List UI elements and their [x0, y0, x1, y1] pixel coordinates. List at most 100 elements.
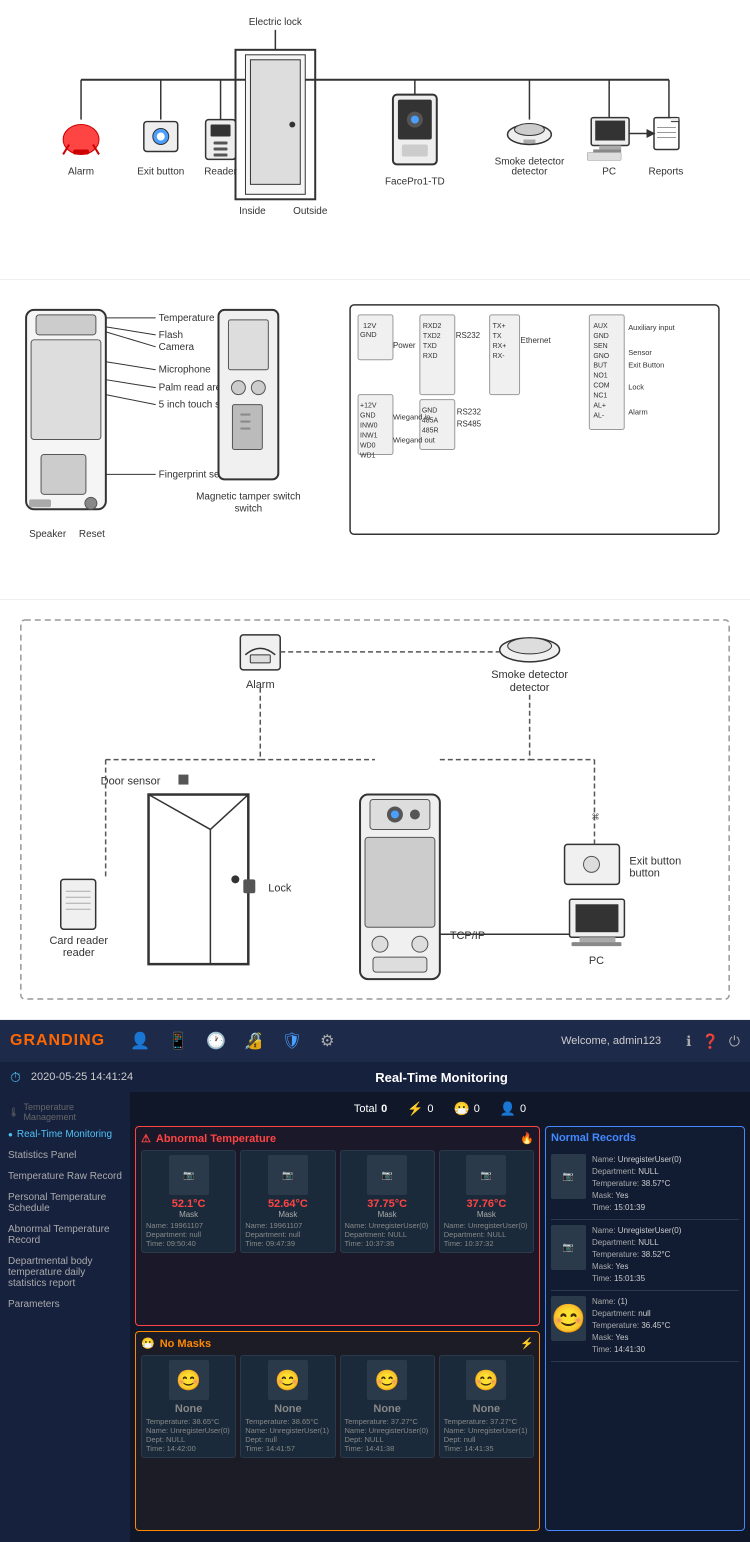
nmcard-temp-1: None: [245, 1403, 330, 1415]
svg-text:Wiegand in: Wiegand in: [393, 413, 430, 422]
svg-text:TXD: TXD: [423, 343, 437, 350]
abnormal-grid: 📷 52.1°C Mask Name: 19961107 Department:…: [141, 1150, 534, 1253]
svg-text:Wiegand out: Wiegand out: [393, 435, 436, 444]
content-area: Total 0 ⚡ 0 😷 0 👤 0: [130, 1092, 750, 1542]
card-info-2: Name: UnregisterUser(0) Department: NULL…: [345, 1221, 430, 1248]
nmcard-temp-0: None: [146, 1403, 231, 1415]
svg-text:RS232: RS232: [457, 408, 482, 417]
svg-text:INW1: INW1: [360, 433, 378, 440]
alert-icon: ⚡: [520, 1337, 534, 1350]
face-stat: 😷 0: [454, 1101, 480, 1117]
fire-icon-2: 🔥: [520, 1132, 534, 1145]
nmcard-img-1: 😊: [268, 1360, 308, 1400]
nmcard-info-2: Temperature: 37.27°C Name: UnregisterUse…: [345, 1417, 430, 1453]
microphone-label: Microphone: [159, 365, 211, 376]
alarm-label: Alarm: [68, 166, 94, 177]
exit-button-label: Exit button: [137, 166, 184, 177]
reset-label: Reset: [79, 529, 105, 540]
nomask-panel: 😷 No Masks ⚡ 😊 None: [135, 1331, 540, 1531]
total-stat: Total 0: [354, 1101, 387, 1117]
gear-nav-icon[interactable]: ⚙: [320, 1031, 334, 1051]
warning-icon: ⚠: [141, 1132, 151, 1145]
svg-text:NC1: NC1: [593, 393, 607, 400]
svg-text:Ethernet: Ethernet: [521, 336, 552, 345]
abnormal-card-2: 📷 37.75°C Mask Name: UnregisterUser(0) D…: [340, 1150, 435, 1253]
normal-img-0: 📷: [551, 1154, 586, 1199]
card-info-3: Name: UnregisterUser(0) Department: NULL…: [444, 1221, 529, 1248]
page-title: Real-Time Monitoring: [375, 1070, 508, 1085]
sidebar-item-dept[interactable]: Departmental body temperature daily stat…: [0, 1251, 130, 1294]
sidebar: 🌡 Temperature Management ● Real-Time Mon…: [0, 1092, 130, 1542]
nomask-card-2: 😊 None Temperature: 37.27°C Name: Unregi…: [340, 1355, 435, 1458]
clock-nav-icon[interactable]: 🕐: [206, 1031, 226, 1051]
fingerprint-nav-icon[interactable]: 🔏: [244, 1031, 264, 1051]
card-mask-3: Mask: [444, 1210, 529, 1219]
tcpip-label: TCP/IP: [450, 930, 485, 942]
normal-img-2: 😊: [551, 1296, 586, 1341]
nmcard-info-3: Temperature: 37.27°C Name: UnregisterUse…: [444, 1417, 529, 1453]
face-icon: 😷: [454, 1101, 470, 1117]
door-sensor-label: Door sensor: [101, 776, 161, 788]
shield-nav-icon[interactable]: 🛡: [282, 1031, 302, 1051]
info-icon[interactable]: ℹ: [686, 1033, 691, 1050]
phone-nav-icon[interactable]: 📱: [168, 1031, 188, 1051]
nmcard-info-1: Temperature: 38.65°C Name: UnregisterUse…: [245, 1417, 330, 1453]
lock-label: Lock: [268, 882, 292, 894]
svg-text:TX+: TX+: [493, 323, 506, 330]
sidebar-item-params[interactable]: Parameters: [0, 1294, 130, 1315]
svg-text:BUT: BUT: [593, 363, 608, 370]
svg-text:GND: GND: [360, 413, 376, 420]
card-img-3: 📷: [466, 1155, 506, 1195]
left-panel: ⚠ Abnormal Temperature 🔥 📷 52.1°C: [135, 1126, 540, 1531]
fire-value: 0: [427, 1103, 433, 1115]
normal-info-2: Name: (1) Department: null Temperature: …: [592, 1296, 670, 1356]
normal-records-title: Normal Records: [551, 1132, 739, 1144]
svg-text:WD0: WD0: [360, 442, 376, 449]
abnormal-card-3: 📷 37.76°C Mask Name: UnregisterUser(0) D…: [439, 1150, 534, 1253]
card-mask-2: Mask: [345, 1210, 430, 1219]
card-temp-0: 52.1°C: [146, 1198, 231, 1210]
nmcard-temp-2: None: [345, 1403, 430, 1415]
total-value: 0: [381, 1103, 387, 1115]
abnormal-card-1: 📷 52.64°C Mask Name: 19961107 Department…: [240, 1150, 335, 1253]
card-img-0: 📷: [169, 1155, 209, 1195]
stats-bar: Total 0 ⚡ 0 😷 0 👤 0: [135, 1097, 745, 1121]
normal-img-1: 📷: [551, 1225, 586, 1270]
camera-label: Camera: [159, 342, 195, 353]
sidebar-item-personal[interactable]: Personal Temperature Schedule: [0, 1187, 130, 1219]
abnormal-card-0: 📷 52.1°C Mask Name: 19961107 Department:…: [141, 1150, 236, 1253]
svg-text:TX: TX: [493, 333, 502, 340]
exit-btn-s3: Exit button: [629, 855, 681, 867]
svg-text:RXD: RXD: [423, 353, 438, 360]
svg-text:reader: reader: [63, 947, 95, 959]
electric-lock-label: Electric lock: [249, 17, 302, 28]
thermometer-icon: 🌡: [8, 1107, 19, 1118]
person-stat-icon: 👤: [500, 1101, 516, 1117]
nmcard-info-0: Temperature: 38.65°C Name: UnregisterUse…: [146, 1417, 231, 1453]
svg-text:detector: detector: [511, 166, 548, 177]
fire-icon: ⚡: [407, 1101, 423, 1117]
person-nav-icon[interactable]: 👤: [130, 1031, 150, 1051]
power-icon[interactable]: ⏻: [729, 1033, 740, 1050]
sidebar-item-stats[interactable]: Statistics Panel: [0, 1145, 130, 1166]
main-content: 🌡 Temperature Management ● Real-Time Mon…: [0, 1092, 750, 1542]
svg-text:INW0: INW0: [360, 423, 378, 430]
card-img-1: 📷: [268, 1155, 308, 1195]
face-value: 0: [474, 1103, 480, 1115]
flash-label: Flash: [159, 330, 183, 341]
svg-text:RS485: RS485: [457, 420, 482, 429]
svg-text:COM: COM: [593, 383, 609, 390]
svg-text:button: button: [629, 867, 660, 879]
svg-text:+12V: +12V: [360, 403, 377, 410]
sidebar-item-realtime[interactable]: ● Real-Time Monitoring: [0, 1124, 130, 1145]
help-icon[interactable]: ❓: [701, 1033, 718, 1050]
fire-stat: ⚡ 0: [407, 1101, 433, 1117]
outside-label: Outside: [293, 206, 328, 217]
card-temp-2: 37.75°C: [345, 1198, 430, 1210]
reports-label: Reports: [649, 166, 684, 177]
normal-record-0: 📷 Name: UnregisterUser(0) Department: NU…: [551, 1149, 739, 1220]
sidebar-item-raw[interactable]: Temperature Raw Record: [0, 1166, 130, 1187]
normal-record-2: 😊 Name: (1) Department: null Temperature…: [551, 1291, 739, 1362]
sidebar-item-abnormal[interactable]: Abnormal Temperature Record: [0, 1219, 130, 1251]
svg-text:Exit Button: Exit Button: [628, 361, 664, 370]
